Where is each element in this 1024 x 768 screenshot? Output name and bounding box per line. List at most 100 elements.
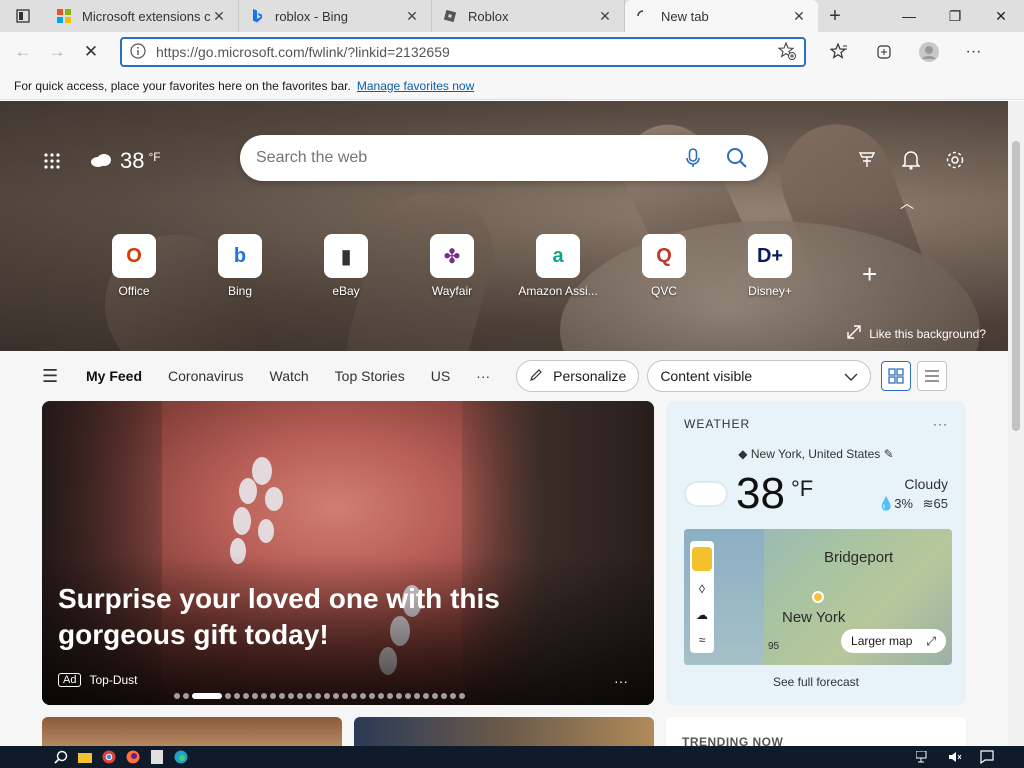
collapse-chevron-up-icon[interactable]: ︿ [900, 193, 914, 213]
carousel-dot[interactable] [234, 693, 240, 699]
feed-tab-watch[interactable]: Watch [270, 368, 309, 384]
like-background[interactable]: Like this background? [847, 325, 986, 342]
cloud-layer-icon[interactable]: ☁ [696, 608, 708, 622]
quick-link-wayfair[interactable]: ✤ Wayfair [407, 234, 497, 298]
quick-link-qvc[interactable]: Q QVC [619, 234, 709, 298]
tab-roblox[interactable]: Roblox ✕ [432, 0, 625, 32]
edit-location-icon[interactable]: ✎ [884, 447, 894, 461]
chrome-icon[interactable] [98, 748, 120, 766]
carousel-dot[interactable] [306, 693, 312, 699]
feed-tab-coronavirus[interactable]: Coronavirus [168, 368, 243, 384]
page-settings-gear-icon[interactable] [940, 145, 970, 175]
wind-layer-icon[interactable]: ≈ [699, 633, 706, 647]
carousel-dot[interactable] [324, 693, 330, 699]
carousel-dot[interactable] [342, 693, 348, 699]
carousel-dot[interactable] [315, 693, 321, 699]
tab-new-tab[interactable]: New tab ✕ [625, 0, 818, 32]
info-icon[interactable] [130, 42, 146, 62]
carousel-dot[interactable] [288, 693, 294, 699]
network-icon[interactable] [912, 748, 934, 766]
feed-tab-top-stories[interactable]: Top Stories [335, 368, 405, 384]
precipitation-layer-icon[interactable]: ◊ [699, 582, 705, 596]
featured-headline[interactable]: Surprise your loved one with this gorgeo… [58, 581, 618, 653]
quick-link-office[interactable]: O Office [89, 234, 179, 298]
see-full-forecast-link[interactable]: See full forecast [684, 675, 948, 689]
notification-center-icon[interactable] [976, 748, 998, 766]
forward-arrow-icon[interactable]: → [40, 36, 74, 68]
tab-microsoft-extensions[interactable]: Microsoft extensions co ✕ [46, 0, 239, 32]
feed-tab-my-feed[interactable]: My Feed [86, 368, 142, 384]
manage-favorites-link[interactable]: Manage favorites now [357, 79, 474, 93]
carousel-dot[interactable] [441, 693, 447, 699]
notepad-icon[interactable] [146, 748, 168, 766]
feed-more-icon[interactable]: ··· [476, 368, 490, 384]
favorites-icon[interactable] [816, 36, 861, 68]
close-tab-icon[interactable]: ✕ [210, 8, 228, 25]
carousel-dot[interactable] [414, 693, 420, 699]
carousel-dots[interactable] [174, 693, 465, 699]
rewards-icon[interactable] [852, 145, 882, 175]
file-explorer-icon[interactable] [74, 748, 96, 766]
vertical-scrollbar[interactable] [1008, 101, 1024, 746]
search-icon[interactable] [722, 143, 752, 173]
carousel-dot[interactable] [459, 693, 465, 699]
tab-actions-icon[interactable] [0, 0, 46, 32]
close-tab-icon[interactable]: ✕ [403, 8, 421, 25]
back-arrow-icon[interactable]: ← [6, 36, 40, 68]
tab-roblox-bing[interactable]: roblox - Bing ✕ [239, 0, 432, 32]
volume-muted-icon[interactable] [944, 748, 966, 766]
larger-map-button[interactable]: Larger map ⤢ [841, 629, 946, 653]
list-view-button[interactable] [917, 361, 948, 391]
weather-more-icon[interactable]: ··· [933, 417, 948, 431]
search-taskbar-icon[interactable] [50, 748, 72, 766]
carousel-dot[interactable] [192, 693, 222, 699]
carousel-dot[interactable] [252, 693, 258, 699]
carousel-dot[interactable] [432, 693, 438, 699]
carousel-dot[interactable] [270, 693, 276, 699]
carousel-dot[interactable] [183, 693, 189, 699]
close-window-icon[interactable]: ✕ [978, 0, 1024, 32]
carousel-dot[interactable] [351, 693, 357, 699]
quick-link-bing[interactable]: b Bing [195, 234, 285, 298]
card-more-options-icon[interactable]: ··· [614, 673, 628, 689]
url-text[interactable]: https://go.microsoft.com/fwlink/?linkid=… [156, 44, 778, 60]
temperature-layer-icon[interactable] [692, 546, 712, 571]
carousel-dot[interactable] [297, 693, 303, 699]
carousel-dot[interactable] [261, 693, 267, 699]
carousel-dot[interactable] [174, 693, 180, 699]
carousel-dot[interactable] [405, 693, 411, 699]
stop-loading-icon[interactable]: ✕ [74, 36, 108, 68]
carousel-dot[interactable] [279, 693, 285, 699]
profile-avatar-icon[interactable] [906, 36, 951, 68]
personalize-button[interactable]: Personalize [516, 360, 640, 392]
restore-icon[interactable]: ❐ [932, 0, 978, 32]
add-favorite-icon[interactable] [777, 41, 796, 63]
close-tab-icon[interactable]: ✕ [790, 8, 808, 25]
carousel-dot[interactable] [387, 693, 393, 699]
hamburger-menu-icon[interactable]: ☰ [42, 366, 66, 387]
carousel-dot[interactable] [423, 693, 429, 699]
web-search-box[interactable] [240, 135, 768, 181]
weather-map[interactable]: ◊ ☁ ≈ Bridgeport New York 95 Larger map … [684, 529, 952, 665]
new-tab-button[interactable]: + [818, 0, 852, 32]
collections-icon[interactable] [861, 36, 906, 68]
carousel-dot[interactable] [360, 693, 366, 699]
settings-more-icon[interactable]: ··· [951, 36, 996, 68]
featured-ad-card[interactable]: Surprise your loved one with this gorgeo… [42, 401, 654, 705]
search-input[interactable] [256, 149, 664, 167]
quick-link-disney[interactable]: D+ Disney+ [725, 234, 815, 298]
close-tab-icon[interactable]: ✕ [596, 8, 614, 25]
address-bar[interactable]: https://go.microsoft.com/fwlink/?linkid=… [120, 37, 806, 67]
quick-link-ebay[interactable]: ▮ eBay [301, 234, 391, 298]
hero-weather[interactable]: 38 °F [90, 147, 161, 175]
add-quick-link-icon[interactable]: + [862, 259, 877, 290]
carousel-dot[interactable] [396, 693, 402, 699]
notifications-bell-icon[interactable] [896, 145, 926, 175]
carousel-dot[interactable] [225, 693, 231, 699]
firefox-icon[interactable] [122, 748, 144, 766]
grid-view-button[interactable] [881, 361, 912, 391]
microphone-icon[interactable] [678, 143, 708, 173]
app-launcher-icon[interactable] [38, 147, 66, 175]
minimize-icon[interactable]: — [886, 0, 932, 32]
carousel-dot[interactable] [333, 693, 339, 699]
